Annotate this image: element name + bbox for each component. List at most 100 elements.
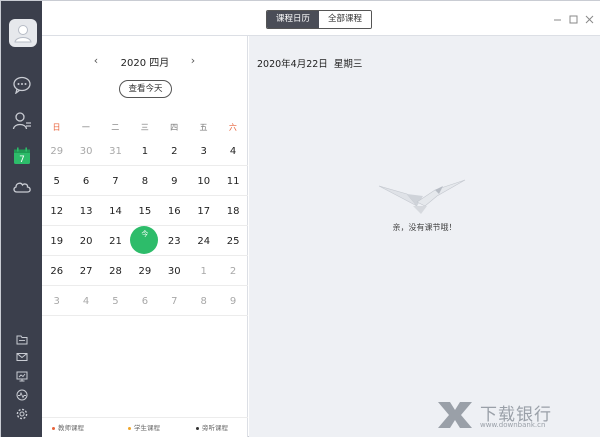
calendar-day[interactable]: 9 [160, 166, 189, 196]
calendar-day[interactable]: 29 [42, 136, 71, 166]
calendar-badge: 7 [19, 155, 25, 165]
nav-settings[interactable] [1, 405, 42, 423]
calendar-day[interactable]: 30 [71, 136, 100, 166]
calendar-day[interactable]: 25 [218, 226, 247, 256]
calendar-day[interactable]: 7 [101, 166, 130, 196]
calendar-day[interactable]: 2 [218, 256, 247, 286]
course-legend: 教师课程 学生课程 旁听课程 [42, 417, 248, 432]
view-switcher: 课程日历 全部课程 [266, 10, 373, 29]
avatar[interactable] [9, 19, 37, 47]
calendar-day[interactable]: 7 [160, 286, 189, 316]
calendar-day[interactable]: 3 [189, 136, 218, 166]
day-number: 1 [200, 265, 207, 277]
day-number: 3 [200, 145, 207, 157]
day-number: 29 [138, 265, 152, 277]
calendar-day[interactable]: 5 [101, 286, 130, 316]
cloud-icon [12, 182, 31, 193]
calendar-day[interactable]: 30 [160, 256, 189, 286]
calendar-week-row: 19 20 21 今 23 24 25 [42, 226, 248, 256]
calendar-day[interactable]: 17 [189, 196, 218, 226]
day-number: 10 [197, 175, 211, 187]
calendar-day[interactable]: 19 [42, 226, 71, 256]
calendar-day[interactable]: 4 [71, 286, 100, 316]
calendar-day[interactable]: 13 [71, 196, 100, 226]
nav-folder[interactable] [1, 330, 42, 348]
calendar-day[interactable]: 23 [160, 226, 189, 256]
calendar-day[interactable]: 9 [218, 286, 247, 316]
view-today-button[interactable]: 查看今天 [119, 80, 172, 98]
calendar-day[interactable]: 5 [42, 166, 71, 196]
weekday-label: 一 [81, 123, 90, 132]
legend-dot [128, 426, 131, 430]
calendar-day[interactable]: 2 [160, 136, 189, 166]
day-number: 4 [229, 145, 237, 157]
selected-date-header: 2020年4月22日 星期三 [257, 56, 362, 70]
maximize-icon [569, 15, 577, 24]
calendar-week-row: 3 4 5 6 7 8 9 [42, 286, 248, 316]
next-month-button[interactable]: › [186, 54, 200, 67]
calendar-day[interactable]: 29 [130, 256, 159, 286]
nav-monitor[interactable] [1, 386, 42, 404]
chevron-right-icon: › [190, 54, 196, 67]
nav-calendar[interactable]: 7 [1, 142, 42, 170]
calendar-day[interactable]: 1 [130, 136, 159, 166]
nav-cloud[interactable] [1, 173, 42, 201]
calendar-day[interactable]: 20 [71, 226, 100, 256]
day-number: 30 [167, 265, 181, 277]
monitor-icon [16, 389, 27, 401]
selected-weekday: 星期三 [333, 59, 363, 70]
calendar-week-row: 12 13 14 15 16 17 18 [42, 196, 248, 226]
calendar-day[interactable]: 16 [160, 196, 189, 226]
calendar-day[interactable]: 14 [101, 196, 130, 226]
day-number: 1 [141, 145, 149, 157]
calendar-day[interactable]: 31 [101, 136, 130, 166]
calendar-day[interactable]: 10 [189, 166, 218, 196]
weekday-label: 日 [52, 123, 61, 132]
calendar-day[interactable]: 24 [189, 226, 218, 256]
calendar-day[interactable]: 12 [42, 196, 71, 226]
day-number: 24 [197, 235, 211, 247]
weekday-header: 日一二三四五六 [42, 122, 248, 134]
mail-icon [16, 353, 27, 361]
calendar-day[interactable]: 26 [42, 256, 71, 286]
calendar-day[interactable]: 4 [218, 136, 247, 166]
nav-screen[interactable] [1, 367, 42, 385]
calendar-day-today[interactable]: 今 [130, 226, 159, 256]
calendar-day[interactable]: 27 [71, 256, 100, 286]
calendar-day[interactable]: 6 [71, 166, 100, 196]
calendar-day[interactable]: 8 [189, 286, 218, 316]
day-number: 19 [50, 235, 64, 247]
day-number: 3 [53, 295, 60, 307]
calendar-day[interactable]: 1 [189, 256, 218, 286]
day-number: 9 [171, 175, 178, 187]
calendar-day[interactable]: 6 [130, 286, 159, 316]
calendar-day[interactable]: 8 [130, 166, 159, 196]
weekday-label: 三 [140, 123, 149, 132]
day-number: 15 [138, 205, 152, 217]
calendar-day[interactable]: 18 [218, 196, 247, 226]
nav-chat[interactable] [1, 71, 42, 99]
weekday-label: 五 [199, 123, 208, 132]
folder-icon [16, 335, 27, 344]
calendar-day[interactable]: 21 [101, 226, 130, 256]
calendar-day[interactable]: 11 [218, 166, 247, 196]
minimize-button[interactable] [552, 15, 562, 25]
legend-student-course: 学生课程 [128, 422, 160, 432]
contacts-icon [12, 112, 31, 130]
calendar-day[interactable]: 28 [101, 256, 130, 286]
weekday-label: 二 [111, 123, 120, 132]
day-number: 29 [50, 145, 64, 157]
tab-all-courses[interactable]: 全部课程 [319, 11, 372, 28]
close-button[interactable] [584, 15, 594, 25]
calendar-week-row: 5 6 7 8 9 10 11 [42, 166, 248, 196]
calendar-icon: 7 [13, 147, 30, 165]
calendar-day[interactable]: 15 [130, 196, 159, 226]
maximize-button[interactable] [568, 15, 578, 25]
calendar-day[interactable]: 3 [42, 286, 71, 316]
nav-contacts[interactable] [1, 107, 42, 135]
day-number: 5 [53, 175, 60, 187]
nav-mail[interactable] [1, 348, 42, 366]
weekday-label: 六 [228, 123, 237, 132]
tab-course-calendar[interactable]: 课程日历 [267, 11, 320, 28]
day-number: 14 [109, 205, 122, 217]
